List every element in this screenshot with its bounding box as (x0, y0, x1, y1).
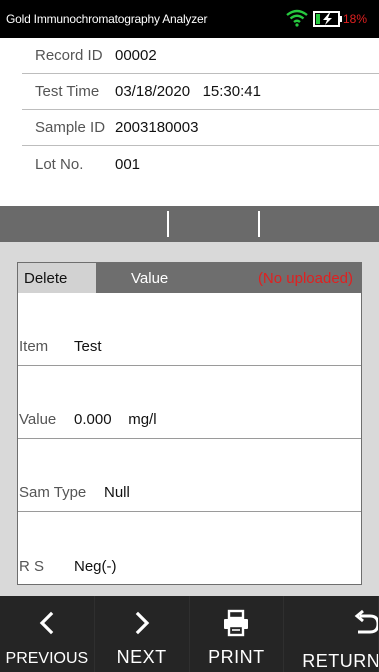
sample-type-label: Sam Type (19, 484, 87, 501)
divider-tick (258, 211, 260, 237)
result-panel-area: Delete Value (No uploaded) Item Test Val… (0, 242, 379, 596)
lot-no-label: Lot No. (35, 155, 84, 173)
section-divider-bar (0, 206, 379, 242)
next-label: NEXT (116, 647, 167, 667)
test-time-label: Test Time (35, 83, 100, 100)
return-button[interactable]: RETURN (284, 596, 378, 672)
bottom-nav: PREVIOUS NEXT PRINT RETURN (0, 596, 379, 672)
sample-id-row: Sample ID 2003180003 (22, 110, 379, 146)
sample-id-value: 2003180003 (115, 119, 199, 136)
item-value: Test (74, 338, 102, 355)
tab-value[interactable]: Value (131, 270, 168, 287)
next-button[interactable]: NEXT (94, 596, 189, 672)
record-id-row: Record ID 00002 (22, 38, 379, 74)
wifi-icon (286, 9, 308, 27)
divider-tick (167, 211, 169, 237)
result-status-value: Neg(-) (74, 558, 117, 575)
item-row: Item Test (18, 293, 361, 366)
app-title: Gold Immunochromatography Analyzer (6, 12, 208, 26)
value-label: Value (19, 411, 57, 428)
chevron-left-icon (39, 611, 54, 635)
delete-button[interactable]: Delete (18, 263, 96, 293)
test-time-value: 03/18/2020 15:30:41 (115, 83, 261, 100)
printer-icon (224, 609, 249, 637)
previous-label: PREVIOUS (5, 650, 89, 667)
previous-button[interactable]: PREVIOUS (0, 596, 94, 672)
result-tab-bar: Delete Value (No uploaded) (18, 263, 361, 293)
result-status-row: R S Neg(-) (18, 512, 361, 585)
chevron-right-icon (135, 611, 149, 635)
result-panel: Delete Value (No uploaded) Item Test Val… (17, 262, 362, 585)
sample-type-value: Null (104, 484, 130, 501)
result-status-label: R S (19, 558, 45, 575)
item-label: Item (19, 338, 49, 355)
sample-id-label: Sample ID (35, 119, 106, 136)
upload-status: (No uploaded) (257, 269, 353, 287)
return-arrow-icon (354, 609, 378, 634)
value-value: 0.000 mg/l (74, 411, 157, 428)
battery-charging-icon (313, 11, 342, 27)
lot-no-value: 001 (115, 155, 141, 173)
lot-no-row: Lot No. 001 (22, 146, 379, 182)
record-info: Record ID 00002 Test Time 03/18/2020 15:… (22, 38, 379, 182)
sample-type-row: Sam Type Null (18, 439, 361, 512)
battery-percent: 18% (343, 12, 368, 26)
print-button[interactable]: PRINT (189, 596, 284, 672)
record-id-label: Record ID (35, 47, 103, 64)
record-id-value: 00002 (115, 47, 157, 64)
print-label: PRINT (208, 647, 265, 667)
value-row: Value 0.000 mg/l (18, 366, 361, 439)
test-time-row: Test Time 03/18/2020 15:30:41 (22, 74, 379, 110)
status-bar: Gold Immunochromatography Analyzer 18% (0, 0, 379, 38)
return-label: RETURN (302, 651, 378, 671)
